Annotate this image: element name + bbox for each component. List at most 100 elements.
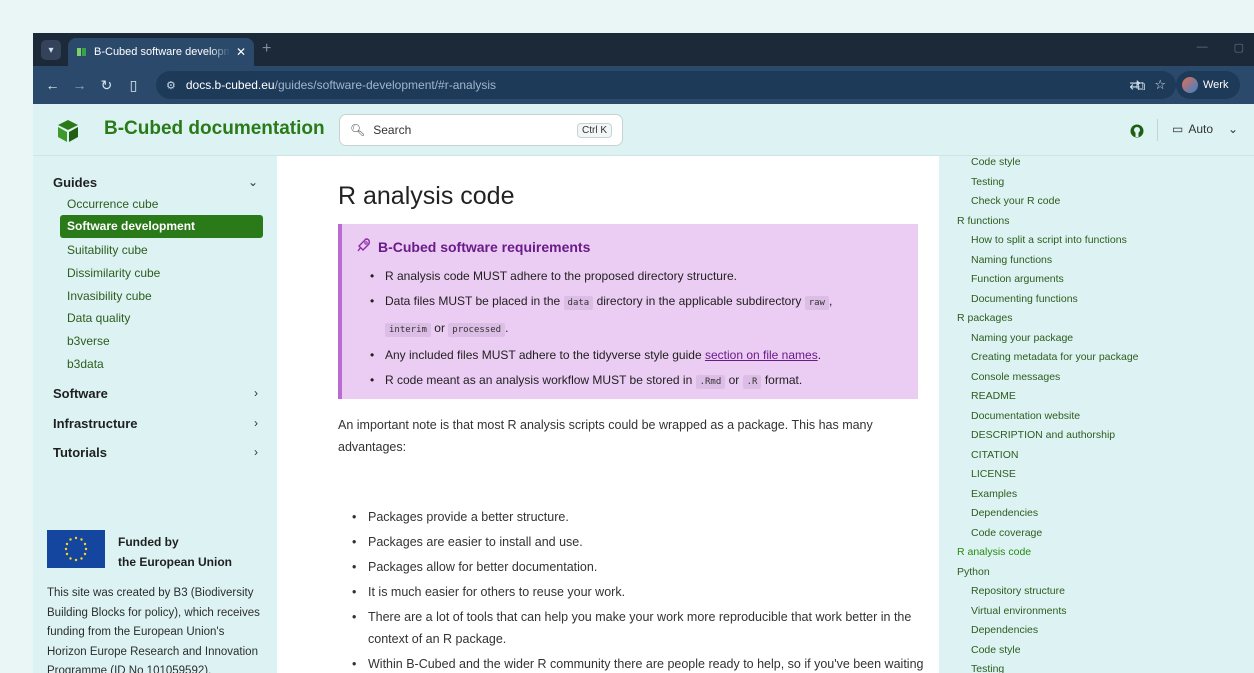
toc-item[interactable]: Naming your package	[971, 332, 1073, 344]
toc-item[interactable]: Examples	[971, 488, 1017, 500]
search-icon: 🔍︎	[350, 123, 366, 137]
github-icon[interactable]	[1130, 124, 1144, 138]
chevron-down-icon[interactable]: ⌄	[248, 175, 258, 190]
site-info-icon[interactable]: ⚙	[166, 79, 176, 92]
sidebar-item-invasibility-cube[interactable]: Invasibility cube	[67, 289, 152, 303]
toc-item[interactable]: Function arguments	[971, 273, 1064, 285]
list-item: Within B-Cubed and the wider R community…	[352, 653, 927, 673]
list-item: Any included files MUST adhere to the ti…	[370, 343, 910, 368]
window-controls: — ▢	[1197, 41, 1244, 54]
toc-item[interactable]: Code style	[971, 156, 1021, 168]
toc-item[interactable]: LICENSE	[971, 468, 1016, 480]
back-icon[interactable]: ←	[39, 77, 66, 93]
profile-label: Werk	[1203, 79, 1229, 91]
left-sidebar: Guides ⌄ Occurrence cube Software develo…	[33, 156, 277, 673]
header-divider	[1157, 119, 1158, 141]
bookmark-star-icon[interactable]: ☆	[1154, 77, 1166, 93]
tab-search-icon[interactable]: ▾	[41, 40, 61, 60]
toc-item[interactable]: Documenting functions	[971, 293, 1078, 305]
chevron-right-icon[interactable]: ›	[254, 416, 258, 431]
requirement-text: Data files MUST be placed in the	[385, 294, 561, 308]
toc-item[interactable]: R functions	[957, 215, 1010, 227]
nav-section-software[interactable]: Software ›	[53, 386, 258, 401]
forward-icon[interactable]: →	[66, 77, 93, 93]
toc-item[interactable]: Creating metadata for your package	[971, 351, 1139, 363]
funding-label: Funded by the European Union	[118, 532, 232, 572]
admonition-title: B-Cubed software requirements	[356, 237, 590, 256]
omnibox-actions: ⇄ ☆	[1129, 77, 1166, 93]
tab-title: B-Cubed software development	[94, 46, 230, 58]
minimize-icon[interactable]: —	[1197, 41, 1208, 54]
nav-section-guides[interactable]: Guides ⌄	[53, 175, 258, 190]
list-item: It is much easier for others to reuse yo…	[352, 581, 927, 603]
toc-item[interactable]: README	[971, 390, 1016, 402]
chevron-right-icon[interactable]: ›	[254, 445, 258, 460]
nav-section-label: Tutorials	[53, 445, 107, 460]
site-title[interactable]: B-Cubed documentation	[104, 118, 325, 140]
sidebar-item-occurrence-cube[interactable]: Occurrence cube	[67, 197, 158, 211]
main-content: R analysis code B-Cubed software require…	[277, 156, 939, 673]
reader-mode-icon[interactable]: ▯	[120, 77, 147, 94]
theme-toggle[interactable]: ▭ Auto	[1172, 122, 1213, 136]
b-cubed-logo-icon[interactable]	[55, 118, 81, 144]
sidebar-item-software-development[interactable]: Software development	[60, 215, 263, 238]
list-item: Packages are easier to install and use.	[352, 531, 927, 553]
nav-section-tutorials[interactable]: Tutorials ›	[53, 445, 258, 460]
toc-item[interactable]: Virtual environments	[971, 605, 1067, 617]
profile-avatar	[1182, 77, 1198, 93]
nav-section-infrastructure[interactable]: Infrastructure ›	[53, 416, 258, 431]
advantages-list: Packages provide a better structure. Pac…	[352, 506, 927, 673]
profile-button[interactable]: Werk	[1176, 71, 1240, 99]
sidebar-item-dissimilarity-cube[interactable]: Dissimilarity cube	[67, 266, 160, 280]
list-item: Packages allow for better documentation.	[352, 556, 927, 578]
address-bar[interactable]: ⚙ docs.b-cubed.eu/guides/software-develo…	[156, 71, 1176, 99]
requirement-text: directory in the applicable subdirectory	[596, 294, 802, 308]
table-of-contents: Code style Testing Check your R code R f…	[939, 156, 1254, 673]
nav-section-label: Software	[53, 386, 108, 401]
close-tab-icon[interactable]: ✕	[236, 45, 246, 59]
chevron-right-icon[interactable]: ›	[254, 386, 258, 401]
chevron-down-icon[interactable]: ⌄	[1228, 122, 1238, 136]
url-host: docs.b-cubed.eu	[185, 78, 275, 92]
inline-code: processed	[448, 323, 506, 337]
toc-item[interactable]: Code style	[971, 644, 1021, 656]
sidebar-item-data-quality[interactable]: Data quality	[67, 311, 130, 325]
toc-item[interactable]: Dependencies	[971, 624, 1038, 636]
sidebar-item-b3data[interactable]: b3data	[67, 357, 104, 371]
sidebar-item-b3verse[interactable]: b3verse	[67, 334, 110, 348]
admonition-title-text: B-Cubed software requirements	[378, 238, 591, 255]
toc-item[interactable]: Code coverage	[971, 527, 1042, 539]
toc-item[interactable]: Testing	[971, 176, 1004, 188]
file-names-link[interactable]: section on file names	[705, 348, 818, 362]
toc-item[interactable]: Documentation website	[971, 410, 1080, 422]
toc-item[interactable]: CITATION	[971, 449, 1018, 461]
browser-window: ▾ B-Cubed software development ✕ + — ▢ ←…	[33, 33, 1254, 673]
toc-item[interactable]: Dependencies	[971, 507, 1038, 519]
search-input[interactable]: 🔍︎ Search Ctrl K	[339, 114, 623, 146]
toc-item[interactable]: Testing	[971, 663, 1004, 673]
toc-item[interactable]: R packages	[957, 312, 1012, 324]
toc-item-active[interactable]: R analysis code	[957, 546, 1031, 558]
list-item: Packages provide a better structure.	[352, 506, 927, 528]
toc-item[interactable]: Python	[957, 566, 990, 578]
toc-item[interactable]: Repository structure	[971, 585, 1065, 597]
toc-item[interactable]: Check your R code	[971, 195, 1060, 207]
requirement-text: or	[434, 321, 445, 335]
requirements-admonition: B-Cubed software requirements R analysis…	[338, 224, 918, 399]
inline-code: raw	[804, 296, 829, 310]
requirement-text: R code meant as an analysis workflow MUS…	[385, 373, 693, 387]
requirement-text: or	[728, 373, 740, 387]
browser-tab[interactable]: B-Cubed software development ✕	[68, 38, 254, 66]
toc-item[interactable]: Naming functions	[971, 254, 1052, 266]
nav-section-label: Guides	[53, 175, 98, 190]
toc-item[interactable]: Console messages	[971, 371, 1060, 383]
toc-item[interactable]: How to split a script into functions	[971, 234, 1127, 246]
reload-icon[interactable]: ↻	[93, 77, 120, 94]
site-header: B-Cubed documentation 🔍︎ Search Ctrl K ▭…	[33, 104, 1254, 156]
extensions-icon[interactable]: ⧉	[1136, 78, 1145, 94]
sidebar-item-suitability-cube[interactable]: Suitability cube	[67, 243, 148, 257]
toc-item[interactable]: DESCRIPTION and authorship	[971, 429, 1115, 441]
maximize-icon[interactable]: ▢	[1234, 41, 1244, 54]
funding-note: This site was created by B3 (Biodiversit…	[47, 587, 260, 673]
new-tab-icon[interactable]: +	[262, 40, 271, 58]
